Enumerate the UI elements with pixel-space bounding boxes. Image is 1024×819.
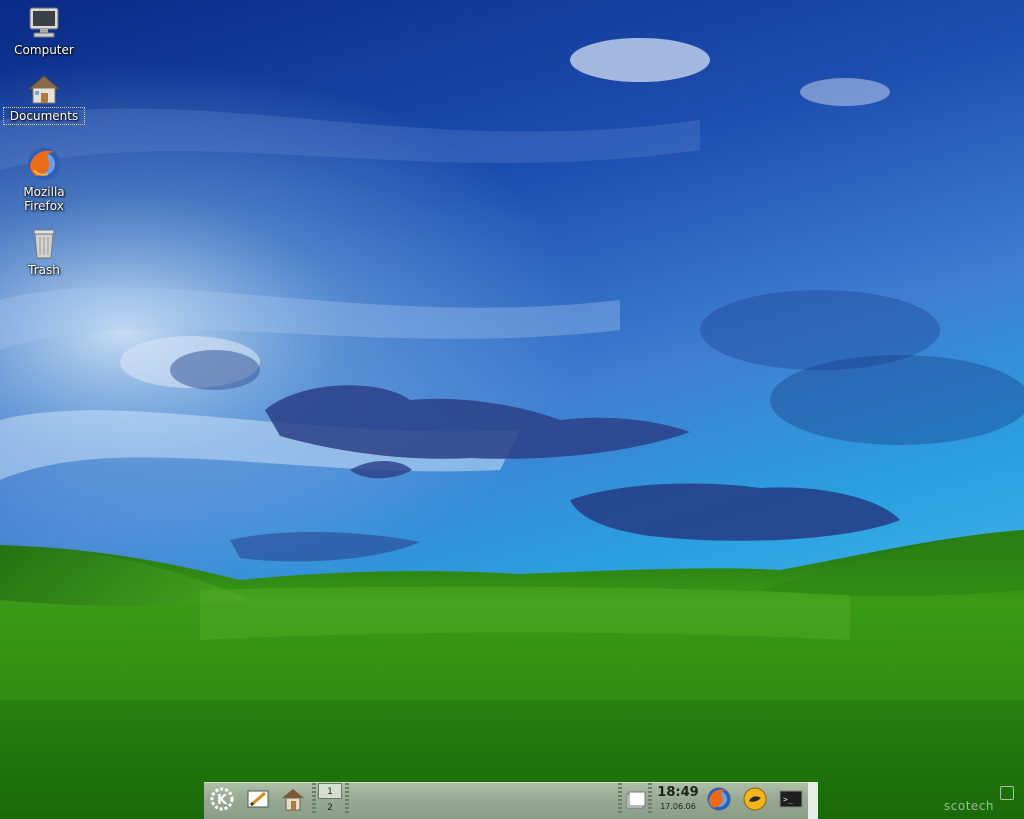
desktop-icon-label: Trash — [28, 263, 60, 277]
text-editor-launcher[interactable] — [245, 786, 271, 812]
kde-menu-icon: K — [210, 787, 234, 811]
clock-time: 18:49 — [657, 785, 699, 800]
panel-grip[interactable] — [618, 783, 622, 814]
desktop-icon-computer[interactable]: Computer — [4, 6, 84, 58]
watermark-logo — [1000, 786, 1014, 800]
gaim-tray-button[interactable] — [742, 786, 768, 812]
terminal-tray-button[interactable]: >_ — [778, 786, 804, 812]
clock[interactable]: 18:49 17.06.06 — [656, 785, 700, 812]
svg-text:>_: >_ — [783, 795, 793, 804]
panel-grip[interactable] — [312, 783, 316, 814]
pager-desktop-2[interactable]: 2 — [318, 800, 342, 816]
kde-menu-button[interactable]: K — [209, 786, 235, 812]
firefox-tray-button[interactable] — [706, 786, 732, 812]
trash-icon — [33, 229, 55, 259]
firefox-icon — [28, 148, 60, 180]
svg-text:K: K — [217, 793, 228, 808]
panel-grip[interactable] — [345, 783, 349, 814]
desktop-icon-documents[interactable]: Documents — [3, 74, 85, 125]
home-folder-icon — [27, 75, 61, 104]
desktop-icon-label: Mozilla Firefox — [23, 185, 65, 213]
panel-grip[interactable] — [648, 783, 652, 814]
clock-date: 17.06.06 — [660, 802, 696, 811]
desktop-icon-trash[interactable]: Trash — [4, 226, 84, 278]
desktop-wallpaper — [0, 0, 1024, 819]
desktop-icon-label: Documents — [3, 107, 85, 125]
gaim-icon — [743, 787, 767, 811]
files-tray-button[interactable] — [624, 786, 650, 812]
files-icon — [626, 791, 646, 809]
firefox-icon — [707, 787, 731, 811]
desktop-pager[interactable]: 1 2 — [318, 783, 342, 817]
terminal-icon: >_ — [779, 790, 803, 808]
watermark: scotech — [944, 799, 994, 813]
text-editor-icon — [247, 790, 269, 808]
panel-hide-button[interactable] — [808, 782, 818, 819]
pager-desktop-1[interactable]: 1 — [318, 783, 342, 799]
desktop-icon-label: Computer — [14, 43, 74, 57]
desktop-icon-firefox[interactable]: Mozilla Firefox — [4, 146, 84, 214]
home-icon — [282, 789, 304, 811]
home-launcher[interactable] — [280, 786, 306, 812]
computer-icon — [29, 7, 59, 38]
